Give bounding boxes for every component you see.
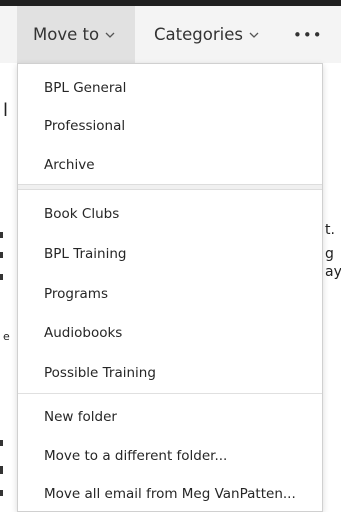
menu-item-professional[interactable]: Professional xyxy=(44,118,125,134)
menu-item-bpl-training[interactable]: BPL Training xyxy=(44,246,126,262)
background-text-fragment: e xyxy=(3,330,10,343)
menu-item-archive[interactable]: Archive xyxy=(44,157,95,173)
more-options-button[interactable]: ••• xyxy=(293,6,323,63)
menu-item-bpl-general[interactable]: BPL General xyxy=(44,80,126,96)
background-text-fragment xyxy=(0,252,3,258)
menu-item-audiobooks[interactable]: Audiobooks xyxy=(44,325,122,341)
background-text-fragment xyxy=(0,274,3,280)
background-text-fragment: t. xyxy=(325,222,335,238)
menu-item-new-folder[interactable]: New folder xyxy=(44,409,117,425)
background-text-fragment xyxy=(0,466,3,474)
categories-label: Categories xyxy=(154,25,243,44)
menu-item-programs[interactable]: Programs xyxy=(44,286,108,302)
menu-item-book-clubs[interactable]: Book Clubs xyxy=(44,206,119,222)
chevron-down-icon xyxy=(249,30,259,40)
categories-button[interactable]: Categories xyxy=(154,6,259,63)
background-text-fragment xyxy=(0,490,3,496)
background-text-fragment: ay xyxy=(325,264,341,280)
menu-item-move-all-email[interactable]: Move all email from Meg VanPatten... xyxy=(44,486,296,502)
chevron-down-icon xyxy=(105,30,115,40)
move-to-label: Move to xyxy=(33,25,100,44)
move-to-button[interactable]: Move to xyxy=(17,6,135,63)
menu-item-possible-training[interactable]: Possible Training xyxy=(44,365,156,381)
menu-divider xyxy=(18,393,322,394)
background-text-fragment: g xyxy=(325,246,334,262)
background-text-fragment xyxy=(0,440,3,446)
move-to-dropdown-menu: BPL General Professional Archive Book Cl… xyxy=(17,63,323,512)
menu-divider xyxy=(18,184,322,190)
command-toolbar: Move to Categories ••• xyxy=(0,6,341,63)
menu-item-move-to-different-folder[interactable]: Move to a different folder... xyxy=(44,448,227,464)
background-text-fragment xyxy=(0,232,3,238)
more-icon: ••• xyxy=(293,25,323,44)
background-text-fragment: l xyxy=(3,100,9,121)
outlook-move-menu-screen: Move to Categories ••• l t. g ay e BPL G… xyxy=(0,0,341,512)
